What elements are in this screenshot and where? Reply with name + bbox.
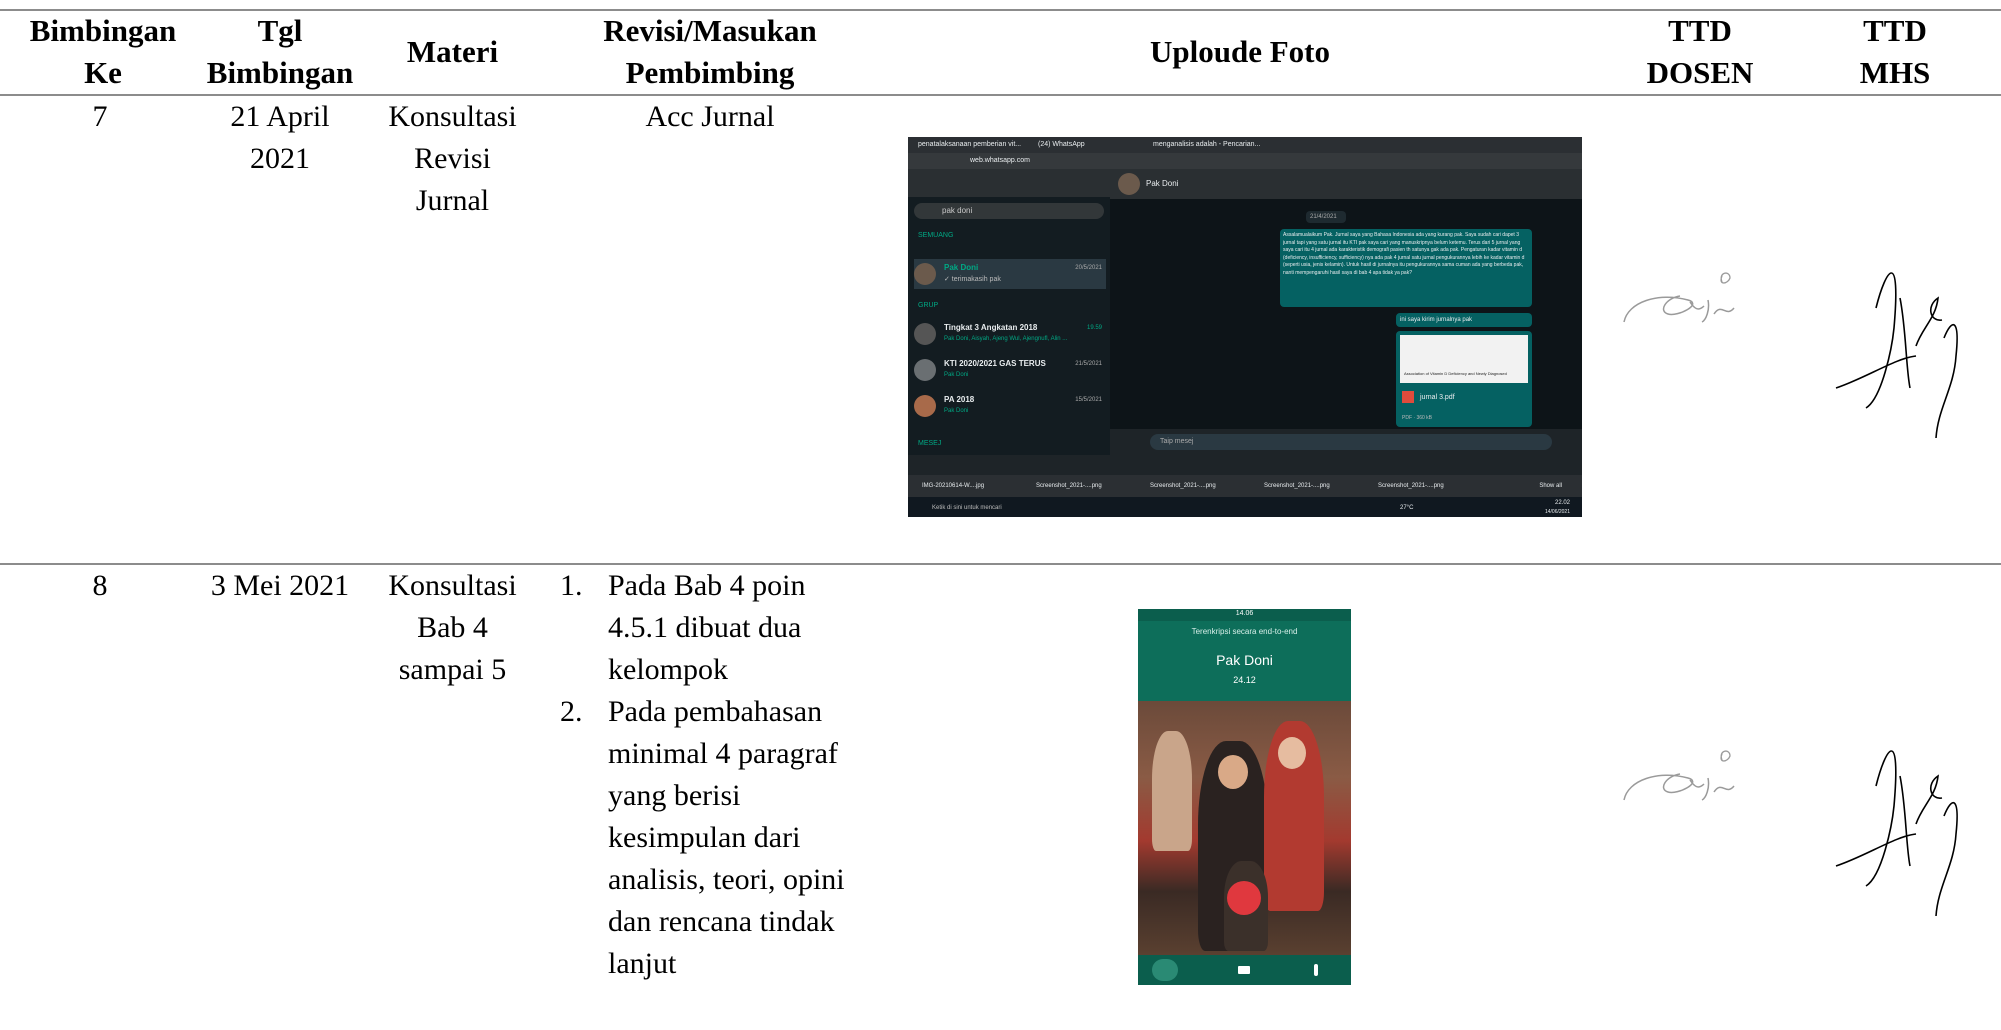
phone-status-time: 14.06 [1235, 610, 1254, 617]
header-tgl: Tgl Bimbingan [206, 13, 354, 90]
browser-tab: (24) WhatsApp [1038, 141, 1085, 148]
header-bimbingan-ke: Bimbingan Ke [29, 13, 177, 90]
address-bar: web.whatsapp.com [908, 153, 1582, 169]
call-duration: 24.12 [1233, 675, 1256, 685]
wa-conversation: Pak Doni 21/4/2021 Assalamualaikum Pak. … [1110, 169, 1582, 455]
wa-pdf-bubble: Association of Vitamin D Deficiency and … [1396, 331, 1532, 427]
row7-ttd-mhs-signature [1835, 272, 1958, 439]
wa-reply-bubble: ini saya kirim jurnalnya pak [1396, 313, 1532, 327]
wa-section-label: SEMUANG [918, 232, 954, 239]
wa-chat-name: KTI 2020/2021 GAS TERUS [944, 359, 1046, 368]
wa-chat-name: Tingkat 3 Angkatan 2018 [944, 323, 1038, 332]
wa-chat-last: Pak Doni [944, 408, 969, 414]
browser-tab: penatalaksanaan pemberian vit... [918, 141, 1022, 148]
wa-chat-last: Pak Doni [944, 372, 969, 378]
video-icon [1238, 966, 1250, 974]
browser-tab: menganalisis adalah - Pencarian... [1153, 141, 1261, 148]
mute-icon [1314, 964, 1318, 976]
row7-materi: Konsultasi Revisi Jurnal [388, 100, 517, 217]
row8-no: 8 [92, 569, 108, 602]
header-ttd-dosen: TTD DOSEN [1646, 13, 1754, 90]
end-call-icon [1227, 881, 1261, 915]
wa-chat-group: PA 2018 15/5/2021 Pak Doni [914, 391, 1106, 421]
wa-chat-date: 19.59 [1086, 325, 1102, 331]
revisi-item: 1. Pada Bab 4 poin 4.5.1 dibuat dua kelo… [560, 569, 806, 686]
video-call-photo [1138, 701, 1351, 955]
revisi-item: 2. Pada pembahasan minimal 4 paragraf ya… [560, 695, 845, 980]
header-foto: Uploude Foto [1150, 34, 1330, 69]
row8-ttd-mhs-signature [1835, 750, 1958, 917]
row7-revisi: Acc Jurnal [645, 100, 775, 133]
browser-tabs: penatalaksanaan pemberian vit... (24) Wh… [908, 137, 1582, 153]
row8-ttd-dosen-signature [1623, 750, 1735, 801]
wa-chat-date: 21/5/2021 [1075, 361, 1102, 367]
row8-materi: Konsultasi Bab 4 sampai 5 [388, 569, 517, 686]
wa-chat-group: KTI 2020/2021 GAS TERUS 21/5/2021 Pak Do… [914, 355, 1106, 385]
row8-photo-whatsapp-call: 14.06 Terenkripsi secara end-to-end Pak … [1138, 609, 1351, 985]
wa-header-name: Pak Doni [1146, 179, 1179, 188]
wa-chat-date: 20/5/2021 [1075, 265, 1102, 271]
wa-section-label: MESEJ [918, 440, 942, 447]
wa-chat-last: Pak Doni, Aisyah, Ajeng Wul, Ajengnufl, … [944, 336, 1068, 342]
row8-revisi-list: 1. Pada Bab 4 poin 4.5.1 dibuat dua kelo… [560, 565, 860, 985]
header-ttd-mhs: TTD MHS [1859, 13, 1931, 90]
wa-composer: Taip mesej [1110, 429, 1582, 455]
header-revisi: Revisi/Masukan Pembimbing [603, 13, 817, 90]
call-contact-name: Pak Doni [1216, 652, 1273, 668]
header-materi: Materi [406, 34, 499, 69]
row8-tgl: 3 Mei 2021 [210, 569, 350, 602]
url-text: web.whatsapp.com [970, 157, 1030, 164]
wa-chat-list: pak doni SEMUANG Pak Doni 20/5/2021 ✓ te… [908, 169, 1110, 455]
wa-chat-pak-doni: Pak Doni 20/5/2021 ✓ terimakasih pak [914, 259, 1106, 289]
row7-no: 7 [92, 100, 108, 133]
download-bar: IMG-20210614-W....jpg Screenshot_2021-..… [908, 475, 1582, 497]
wa-search-text: pak doni [942, 206, 973, 215]
call-encrypted-text: Terenkripsi secara end-to-end [1191, 627, 1298, 636]
wa-chat-group: Tingkat 3 Angkatan 2018 19.59 Pak Doni, … [914, 319, 1106, 349]
wa-date-chip: 21/4/2021 [1310, 214, 1337, 220]
windows-taskbar: Ketik di sini untuk mencari 27°C 22.02 1… [908, 497, 1582, 517]
speaker-icon [1152, 959, 1178, 981]
row7-tgl: 21 April 2021 [230, 100, 330, 175]
wa-chat-last: ✓ terimakasih pak [944, 276, 1001, 283]
wa-message-bubble: Assalamualaikum Pak. Jurnal saya yang Ba… [1280, 229, 1532, 307]
wa-chat-name: Pak Doni [944, 263, 979, 272]
row7-ttd-dosen-signature [1623, 272, 1735, 323]
wa-chat-name: PA 2018 [944, 395, 975, 404]
wa-section-label: GRUP [918, 302, 939, 309]
row7-photo-whatsapp-web: penatalaksanaan pemberian vit... (24) Wh… [908, 137, 1582, 517]
wa-chat-date: 15/5/2021 [1075, 397, 1102, 403]
